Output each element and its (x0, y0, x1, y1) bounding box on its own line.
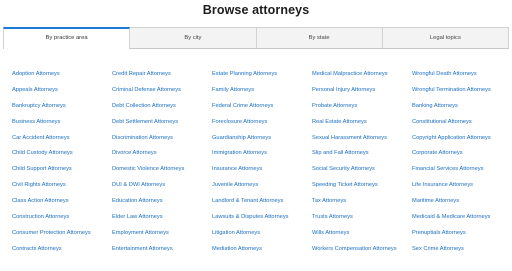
practice-area-link[interactable]: Personal Injury Attorneys (312, 86, 412, 102)
practice-area-link[interactable]: Litigation Attorneys (212, 229, 312, 245)
tab-by-city[interactable]: By city (129, 27, 257, 48)
practice-area-link[interactable]: Mediation Attorneys (212, 245, 312, 261)
practice-area-link[interactable]: Discrimination Attorneys (112, 134, 212, 150)
tab-by-practice-area[interactable]: By practice area (3, 27, 131, 49)
tab-legal-topics[interactable]: Legal topics (381, 27, 509, 48)
practice-area-link[interactable]: Immigration Attorneys (212, 149, 312, 165)
practice-area-link[interactable]: Contracts Attorneys (12, 245, 112, 261)
practice-area-link[interactable]: Maritime Attorneys (412, 197, 507, 213)
practice-area-link[interactable]: Child Custody Attorneys (12, 149, 112, 165)
practice-area-link[interactable]: Credit Repair Attorneys (112, 70, 212, 86)
practice-area-link[interactable]: Landlord & Tenant Attorneys (212, 197, 312, 213)
practice-area-link[interactable]: Debt Settlement Attorneys (112, 118, 212, 134)
practice-area-link[interactable]: Workers Compensation Attorneys (312, 245, 412, 261)
practice-area-link[interactable]: Domestic Violence Attorneys (112, 165, 212, 181)
practice-area-link[interactable]: Insurance Attorneys (212, 165, 312, 181)
practice-area-link[interactable]: Constitutional Attorneys (412, 118, 507, 134)
practice-area-link[interactable]: Foreclosure Attorneys (212, 118, 312, 134)
practice-area-links: Adoption Attorneys Credit Repair Attorney… (12, 70, 507, 261)
practice-area-link[interactable]: Juvenile Attorneys (212, 181, 312, 197)
practice-area-link[interactable]: Social Security Attorneys (312, 165, 412, 181)
practice-area-link[interactable]: Lawsuits & Disputes Attorneys (212, 213, 312, 229)
practice-area-link[interactable]: Bankruptcy Attorneys (12, 102, 112, 118)
practice-area-link[interactable]: Sexual Harassment Attorneys (312, 134, 412, 150)
practice-area-link[interactable]: Trusts Attorneys (312, 213, 412, 229)
practice-area-link[interactable]: Car Accident Attorneys (12, 134, 112, 150)
practice-area-link[interactable]: Consumer Protection Attorneys (12, 229, 112, 245)
practice-area-link[interactable]: Federal Crime Attorneys (212, 102, 312, 118)
page-title: Browse attorneys (202, 3, 310, 17)
practice-area-link[interactable]: Slip and Fall Attorneys (312, 149, 412, 165)
practice-area-link[interactable]: Probate Attorneys (312, 102, 412, 118)
practice-area-link[interactable]: Wrongful Death Attorneys (412, 70, 507, 86)
practice-area-link[interactable]: Debt Collection Attorneys (112, 102, 212, 118)
practice-area-link[interactable]: Wills Attorneys (312, 229, 412, 245)
practice-area-link[interactable]: Sex Crime Attorneys (412, 245, 507, 261)
practice-area-link[interactable]: Speeding Ticket Attorneys (312, 181, 412, 197)
practice-area-link[interactable]: Life Insurance Attorneys (412, 181, 507, 197)
practice-area-link[interactable]: Civil Rights Attorneys (12, 181, 112, 197)
practice-area-link[interactable]: Employment Attorneys (112, 229, 212, 245)
practice-area-link[interactable]: Copyright Application Attorneys (412, 134, 507, 150)
practice-area-link[interactable]: Education Attorneys (112, 197, 212, 213)
practice-area-link[interactable]: Medicaid & Medicare Attorneys (412, 213, 507, 229)
practice-area-link[interactable]: Prenuptials Attorneys (412, 229, 507, 245)
practice-area-link[interactable]: Child Support Attorneys (12, 165, 112, 181)
practice-area-link[interactable]: Guardianship Attorneys (212, 134, 312, 150)
practice-area-link[interactable]: DUI & DWI Attorneys (112, 181, 212, 197)
practice-area-link[interactable]: Banking Attorneys (412, 102, 507, 118)
practice-area-link[interactable]: Corporate Attorneys (412, 149, 507, 165)
practice-area-link[interactable]: Financial Services Attorneys (412, 165, 507, 181)
practice-area-link[interactable]: Class Action Attorneys (12, 197, 112, 213)
practice-area-link[interactable]: Wrongful Termination Attorneys (412, 86, 507, 102)
tab-by-state[interactable]: By state (255, 27, 383, 48)
practice-area-link[interactable]: Medical Malpractice Attorneys (312, 70, 412, 86)
practice-area-link[interactable]: Tax Attorneys (312, 197, 412, 213)
practice-area-link[interactable]: Real Estate Attorneys (312, 118, 412, 134)
practice-area-link[interactable]: Construction Attorneys (12, 213, 112, 229)
practice-area-link[interactable]: Family Attorneys (212, 86, 312, 102)
practice-area-link[interactable]: Estate Planning Attorneys (212, 70, 312, 86)
practice-area-link[interactable]: Elder Law Attorneys (112, 213, 212, 229)
practice-area-link[interactable]: Divorce Attorneys (112, 149, 212, 165)
practice-area-link[interactable]: Appeals Attorneys (12, 86, 112, 102)
tab-bar: By practice area By city By state Legal … (3, 27, 509, 49)
practice-area-link[interactable]: Entertainment Attorneys (112, 245, 212, 261)
practice-area-link[interactable]: Business Attorneys (12, 118, 112, 134)
practice-area-link[interactable]: Criminal Defense Attorneys (112, 86, 212, 102)
practice-area-link[interactable]: Adoption Attorneys (12, 70, 112, 86)
